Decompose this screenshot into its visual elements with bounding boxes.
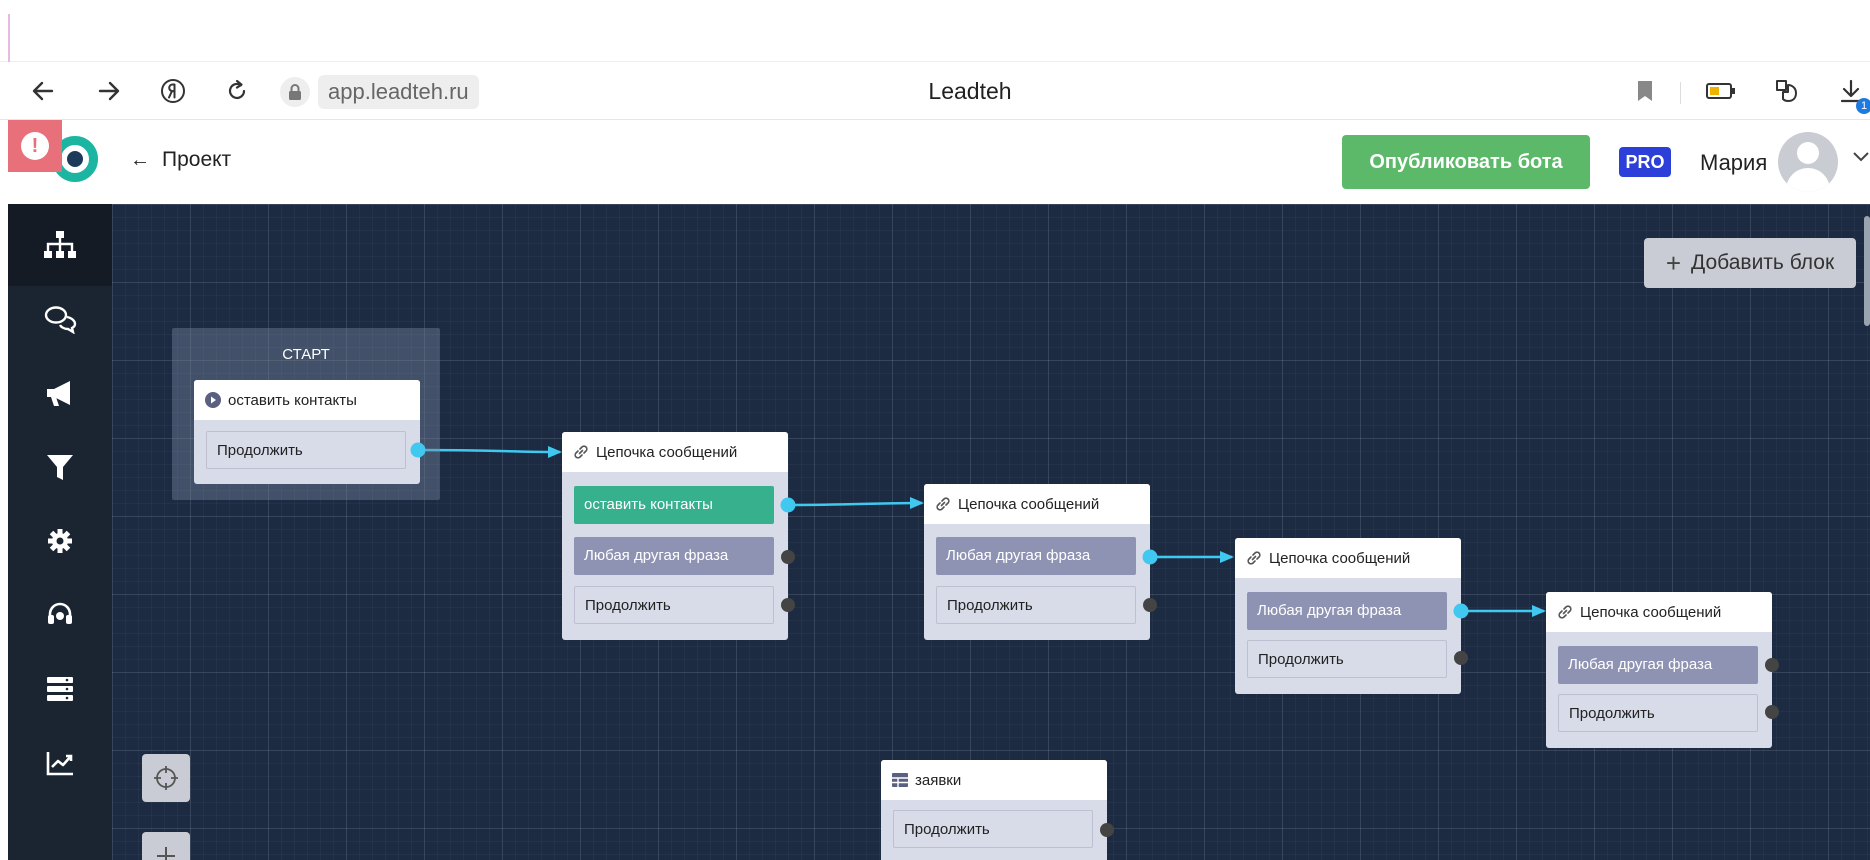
download-count-badge: 1 [1856,98,1870,114]
crosshair-icon [154,766,178,790]
center-view-button[interactable] [142,754,190,802]
pro-plan-badge: PRO [1619,147,1671,177]
back-to-project-link[interactable]: ← Проект [130,148,231,172]
tab-edge [8,14,10,62]
toolbar-divider [1680,82,1681,104]
logo-dot [67,151,83,167]
port-empty [1765,705,1779,719]
port-empty [1143,598,1157,612]
port-connected [410,442,426,458]
port-connected [780,497,796,513]
avatar[interactable] [1778,132,1838,192]
chart-line-icon [46,752,73,776]
sidebar-item-databases[interactable] [8,648,112,730]
reload-icon[interactable] [222,76,252,106]
yandex-icon[interactable] [158,76,188,106]
sidebar-item-settings[interactable] [8,500,112,582]
lock-icon [280,77,310,107]
chevron-down-icon[interactable] [1852,150,1870,168]
connection-ports [410,442,1779,837]
forward-arrow-icon[interactable] [94,76,124,106]
megaphone-icon [47,381,70,406]
port-empty [781,550,795,564]
database-icon [47,677,73,701]
sidebar-item-analytics[interactable] [8,722,112,804]
port-empty [1765,658,1779,672]
sidebar-item-broadcasts[interactable] [8,352,112,434]
avatar-head [1797,142,1819,164]
headset-icon [48,602,72,624]
user-name[interactable]: Мария [1700,150,1767,176]
error-alert-icon[interactable]: ! [8,120,62,172]
back-arrow-icon: ← [130,148,150,171]
zoom-in-button[interactable] [142,832,190,860]
port-connected [1142,549,1158,565]
browser-toolbar: app.leadteh.ru Leadteh 1 [0,62,1870,120]
avatar-body [1786,168,1830,192]
flow-canvas[interactable]: + Добавить блок СТАРТ оставить контакты … [112,204,1870,860]
chat-bubbles-icon [44,306,77,334]
back-link-label: Проект [162,148,232,171]
app-header: ! ← Проект Опубликовать бота PRO Мария [0,120,1870,204]
sidebar-item-support[interactable] [8,574,112,656]
port-connected [1453,603,1469,619]
app-window: app.leadteh.ru Leadteh 1 ! ← Проект Опуб… [0,0,1870,860]
funnel-icon [47,455,73,480]
port-empty [1454,651,1468,665]
sitemap-icon [44,231,76,258]
plus-icon [157,847,175,860]
bookmark-icon[interactable] [1630,76,1660,106]
back-arrow-icon[interactable] [28,76,58,106]
sidebar [8,204,112,860]
url-text[interactable]: app.leadteh.ru [318,75,479,109]
exclamation-icon: ! [21,132,49,160]
port-empty [781,598,795,612]
sidebar-item-chats[interactable] [8,278,112,360]
publish-bot-button[interactable]: Опубликовать бота [1342,135,1590,189]
extensions-icon[interactable] [1772,76,1802,106]
sidebar-item-funnels[interactable] [8,426,112,508]
sidebar-item-scenario[interactable] [8,204,112,286]
address-bar[interactable]: app.leadteh.ru [280,74,479,110]
port-empty [1100,823,1114,837]
battery-icon[interactable] [1706,76,1736,106]
gear-icon [48,529,72,553]
browser-tab-strip [0,0,1870,62]
